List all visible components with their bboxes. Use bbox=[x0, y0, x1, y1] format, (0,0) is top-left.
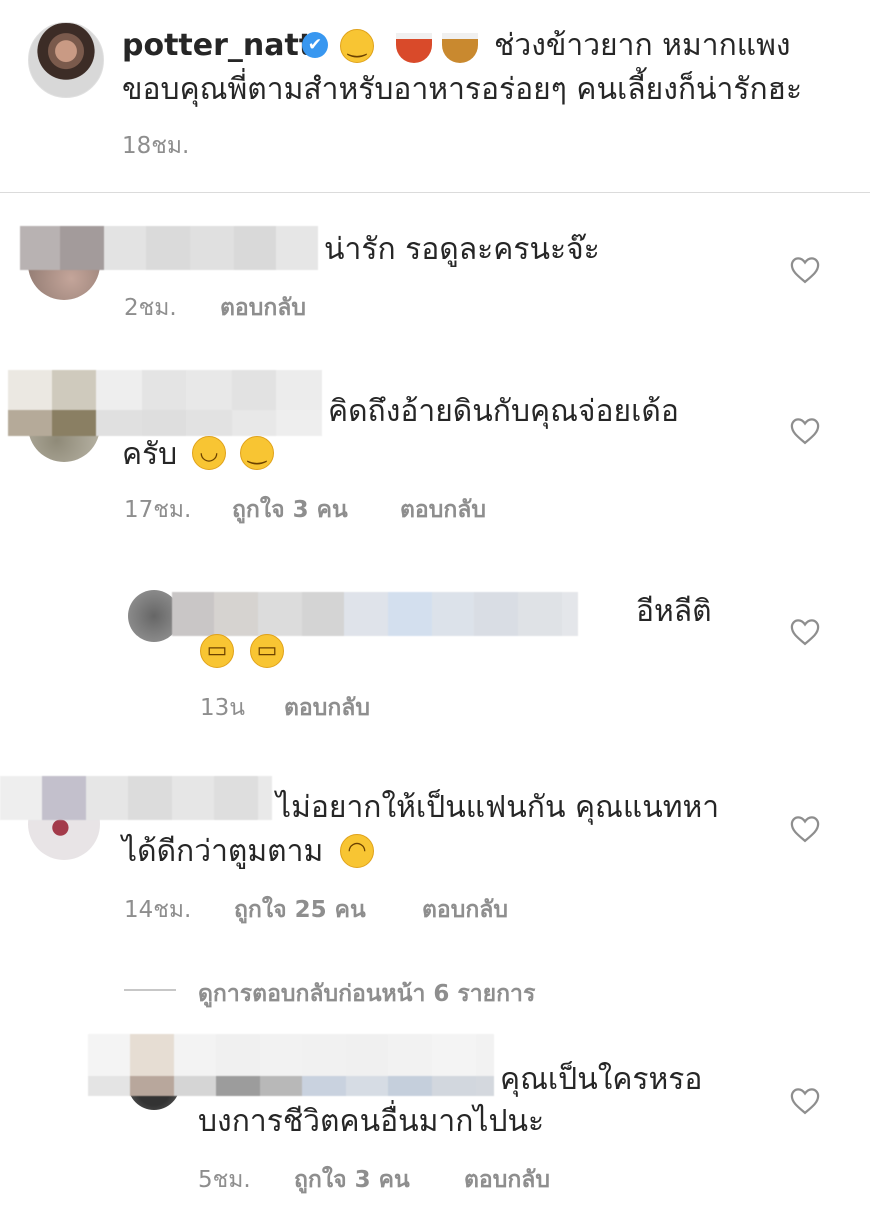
redacted-username bbox=[8, 370, 326, 436]
pleading-face-emoji: ◠ bbox=[340, 834, 374, 868]
grinning-face-emoji: ▭ bbox=[200, 634, 234, 668]
divider bbox=[0, 192, 870, 193]
verified-badge-icon: ✔ bbox=[302, 32, 328, 58]
heart-outline-icon[interactable] bbox=[790, 1087, 820, 1115]
curry-rice-emoji bbox=[442, 33, 478, 63]
winking-face-emoji: ‿ bbox=[240, 436, 274, 470]
comment-text-line2: ครับ bbox=[122, 437, 178, 472]
comment-time: 5ชม. bbox=[198, 1167, 251, 1193]
owner-avatar[interactable] bbox=[28, 22, 104, 98]
likes-count[interactable]: ถูกใจ 3 คน bbox=[232, 492, 348, 528]
heart-outline-icon[interactable] bbox=[790, 815, 820, 843]
reply-button[interactable]: ตอบกลับ bbox=[284, 690, 370, 726]
comment-text: ไม่อยากให้เป็นแฟนกัน คุณแนทหา bbox=[276, 790, 720, 825]
heart-outline-icon[interactable] bbox=[790, 618, 820, 646]
comment-text: คุณเป็นใครหรอ bbox=[500, 1062, 703, 1097]
comment-text-line2: บงการชีวิตคนอื่นมากไปนะ bbox=[198, 1104, 545, 1139]
redacted-username bbox=[20, 226, 318, 270]
comment-text: น่ารัก รอดูละครนะจ๊ะ bbox=[324, 232, 600, 267]
likes-count[interactable]: ถูกใจ 3 คน bbox=[294, 1162, 410, 1198]
heart-outline-icon[interactable] bbox=[790, 417, 820, 445]
reply-button[interactable]: ตอบกลับ bbox=[220, 290, 306, 326]
smiling-face-emoji: ◡ bbox=[192, 436, 226, 470]
post-caption-line2: ขอบคุณพี่ตามสำหรับอาหารอร่อยๆ คนเลี้ยงก็… bbox=[122, 72, 803, 107]
yum-face-emoji: ‿ bbox=[340, 29, 374, 63]
post-username[interactable]: potter_natt bbox=[122, 28, 313, 63]
grinning-face-emoji: ▭ bbox=[250, 634, 284, 668]
heart-outline-icon[interactable] bbox=[790, 256, 820, 284]
redacted-username bbox=[172, 592, 578, 636]
comment-time: 17ชม. bbox=[124, 497, 192, 523]
comment-text: อีหลีติ bbox=[636, 594, 712, 629]
redacted-username bbox=[0, 776, 272, 820]
spaghetti-emoji bbox=[396, 33, 432, 63]
view-previous-replies-button[interactable]: ดูการตอบกลับก่อนหน้า 6 รายการ bbox=[198, 976, 535, 1012]
redacted-username bbox=[88, 1034, 498, 1096]
comment-time: 13น bbox=[200, 695, 245, 721]
comment-time: 2ชม. bbox=[124, 295, 177, 321]
comment-text-line2: ได้ดีกว่าตูมตาม bbox=[122, 834, 324, 869]
reply-button[interactable]: ตอบกลับ bbox=[400, 492, 486, 528]
post-caption-line1: ช่วงข้าวยาก หมากแพง bbox=[494, 28, 791, 63]
likes-count[interactable]: ถูกใจ 25 คน bbox=[234, 892, 366, 928]
replies-divider-line bbox=[124, 989, 176, 991]
reply-button[interactable]: ตอบกลับ bbox=[422, 892, 508, 928]
comment-text: คิดถึงอ้ายดินกับคุณจ่อยเด้อ bbox=[328, 394, 679, 429]
post-time: 18ชม. bbox=[122, 133, 190, 159]
reply-button[interactable]: ตอบกลับ bbox=[464, 1162, 550, 1198]
comment-time: 14ชม. bbox=[124, 897, 192, 923]
